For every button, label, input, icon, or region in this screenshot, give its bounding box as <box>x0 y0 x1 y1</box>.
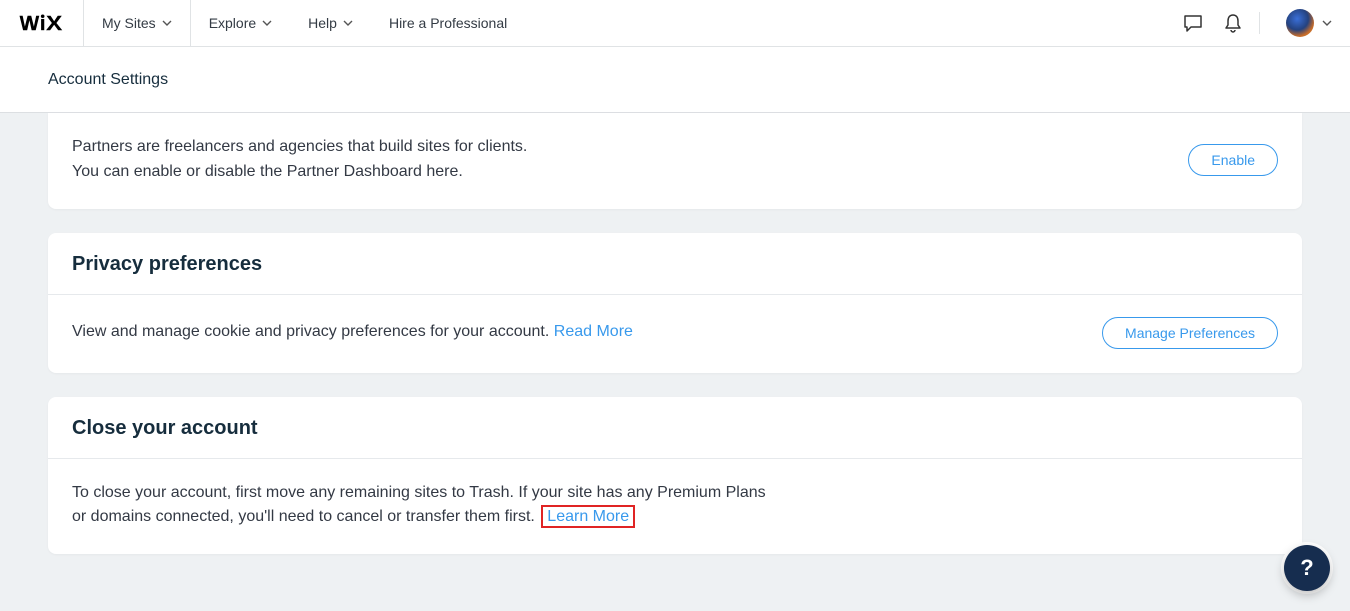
close-line2: or domains connected, you'll need to can… <box>72 508 535 525</box>
close-learn-more-link[interactable]: Learn More <box>541 505 635 528</box>
privacy-read-more-link[interactable]: Read More <box>554 323 633 340</box>
nav-hire-professional[interactable]: Hire a Professional <box>371 0 525 46</box>
nav-divider <box>1259 12 1260 34</box>
close-card-title: Close your account <box>48 397 1302 459</box>
close-account-card: Close your account To close your account… <box>48 397 1302 555</box>
enable-partner-button[interactable]: Enable <box>1188 144 1278 176</box>
manage-preferences-button[interactable]: Manage Preferences <box>1102 317 1278 349</box>
help-bubble-button[interactable]: ? <box>1284 545 1330 591</box>
chevron-down-icon <box>343 20 353 26</box>
help-icon: ? <box>1300 555 1313 581</box>
partner-dashboard-card: Partners are freelancers and agencies th… <box>48 113 1302 209</box>
partner-card-text: Partners are freelancers and agencies th… <box>72 135 527 185</box>
nav-help-label: Help <box>308 15 337 31</box>
close-card-text: To close your account, first move any re… <box>72 481 766 531</box>
chat-button[interactable] <box>1173 0 1213 46</box>
privacy-preferences-card: Privacy preferences View and manage cook… <box>48 233 1302 373</box>
nav-my-sites-label: My Sites <box>102 15 156 31</box>
nav-help[interactable]: Help <box>290 0 371 46</box>
chevron-down-icon <box>262 20 272 26</box>
wix-logo-icon <box>19 14 65 32</box>
content-area: Partners are freelancers and agencies th… <box>0 113 1350 578</box>
avatar[interactable] <box>1286 9 1314 37</box>
chevron-down-icon <box>162 20 172 26</box>
nav-explore-label: Explore <box>209 15 256 31</box>
page-title: Account Settings <box>48 71 168 89</box>
nav-explore[interactable]: Explore <box>191 0 290 46</box>
avatar-menu-button[interactable] <box>1322 20 1332 26</box>
bell-icon <box>1224 13 1242 33</box>
nav-hire-label: Hire a Professional <box>389 15 507 31</box>
notifications-button[interactable] <box>1213 0 1253 46</box>
top-nav: My Sites Explore Help Hire a Professiona… <box>0 0 1350 47</box>
chat-icon <box>1183 14 1203 32</box>
partner-line1: Partners are freelancers and agencies th… <box>72 135 527 160</box>
partner-line2: You can enable or disable the Partner Da… <box>72 160 527 185</box>
wix-logo[interactable] <box>0 0 84 46</box>
privacy-text: View and manage cookie and privacy prefe… <box>72 323 554 340</box>
close-line1: To close your account, first move any re… <box>72 481 766 506</box>
privacy-card-title: Privacy preferences <box>48 233 1302 295</box>
nav-my-sites[interactable]: My Sites <box>84 0 191 46</box>
page-subheader: Account Settings <box>0 47 1350 113</box>
privacy-card-text: View and manage cookie and privacy prefe… <box>72 320 633 345</box>
